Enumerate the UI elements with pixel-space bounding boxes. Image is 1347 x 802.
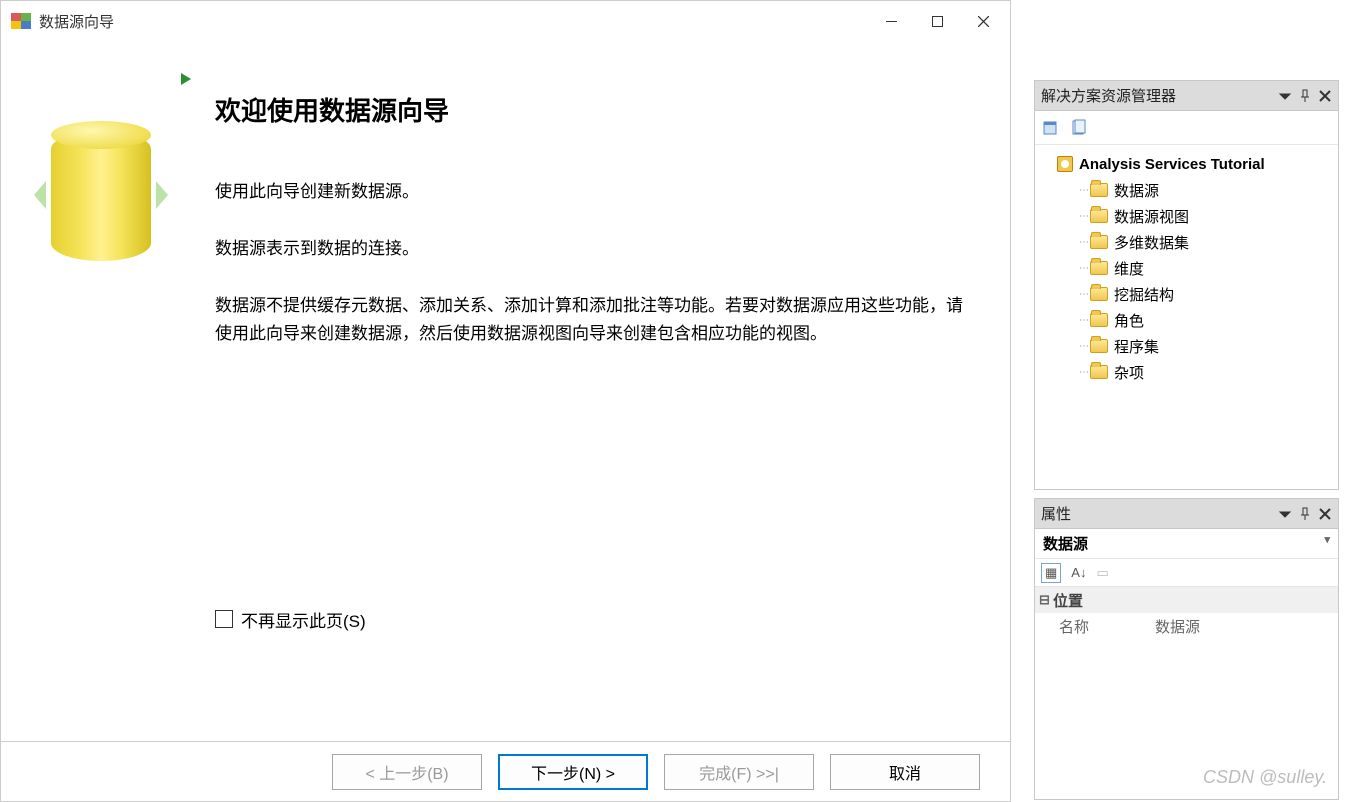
wizard-para-3: 数据源不提供缓存元数据、添加关系、添加计算和添加批注等功能。若要对数据源应用这些…	[215, 292, 970, 346]
tree-folder-node[interactable]: ⋯ 维度	[1039, 255, 1334, 281]
chevron-down-icon: ▾	[1324, 533, 1330, 554]
dont-show-row: 不再显示此页(S)	[215, 607, 970, 632]
property-category-label: 位置	[1053, 590, 1083, 611]
dont-show-checkbox[interactable]	[215, 610, 233, 628]
folder-icon	[1090, 287, 1108, 301]
wizard-para-2: 数据源表示到数据的连接。	[215, 235, 970, 262]
tree-folder-node[interactable]: ⋯ 数据源视图	[1039, 203, 1334, 229]
expander-icon: ⋯	[1079, 315, 1086, 326]
wizard-para-1: 使用此向导创建新数据源。	[215, 178, 970, 205]
solution-explorer-header: 解决方案资源管理器	[1035, 81, 1338, 111]
titlebar: 数据源向导	[1, 1, 1010, 41]
show-all-icon[interactable]	[1069, 118, 1089, 138]
tree-node-label: 维度	[1114, 258, 1144, 279]
solution-explorer-title: 解决方案资源管理器	[1041, 85, 1176, 106]
tree-node-label: 数据源视图	[1114, 206, 1189, 227]
tree-node-label: 角色	[1114, 310, 1144, 331]
folder-icon	[1090, 365, 1108, 379]
folder-icon	[1090, 235, 1108, 249]
dont-show-label: 不再显示此页(S)	[241, 607, 366, 632]
properties-panel: 属性 数据源 ▾ ▦ A↓ ▭ ⊟ 位置 名称数据源	[1034, 498, 1339, 800]
tree-node-label: 程序集	[1114, 336, 1159, 357]
back-button: < 上一步(B)	[332, 754, 482, 790]
wizard-dialog: 数据源向导 欢迎使用数据源向导 使用此向导创建新数据源。 数据源表示到数据的连接…	[0, 0, 1011, 802]
folder-icon	[1090, 209, 1108, 223]
tree-node-label: 数据源	[1114, 180, 1159, 201]
categorized-icon[interactable]: ▦	[1041, 563, 1061, 583]
dialog-title: 数据源向导	[39, 11, 114, 32]
tree-folder-node[interactable]: ⋯ 杂项	[1039, 359, 1334, 385]
solution-toolbar	[1035, 111, 1338, 145]
tree-folder-node[interactable]: ⋯ 程序集	[1039, 333, 1334, 359]
close-button[interactable]	[960, 5, 1006, 37]
tree-folder-node[interactable]: ⋯ 挖掘结构	[1039, 281, 1334, 307]
property-row[interactable]: 名称数据源	[1035, 613, 1338, 639]
dropdown-icon[interactable]	[1278, 507, 1292, 521]
folder-icon	[1090, 261, 1108, 275]
close-icon[interactable]	[1318, 507, 1332, 521]
pin-icon[interactable]	[1298, 89, 1312, 103]
folder-icon	[1090, 313, 1108, 327]
maximize-button[interactable]	[914, 5, 960, 37]
watermark: CSDN @sulley.	[1203, 767, 1327, 788]
expander-icon: ⋯	[1079, 367, 1086, 378]
properties-icon[interactable]	[1041, 118, 1061, 138]
minimize-button[interactable]	[868, 5, 914, 37]
pin-icon[interactable]	[1298, 507, 1312, 521]
app-icon	[11, 13, 31, 29]
finish-button: 完成(F) >>|	[664, 754, 814, 790]
wizard-artwork	[11, 71, 191, 731]
expander-icon: ⋯	[1079, 211, 1086, 222]
tree-folder-node[interactable]: ⋯ 角色	[1039, 307, 1334, 333]
properties-toolbar: ▦ A↓ ▭	[1035, 559, 1338, 587]
tree-node-label: 多维数据集	[1114, 232, 1189, 253]
property-pages-icon[interactable]: ▭	[1096, 565, 1108, 581]
folder-icon	[1090, 339, 1108, 353]
project-node[interactable]: Analysis Services Tutorial	[1039, 151, 1334, 177]
expander-icon: ⋯	[1079, 237, 1086, 248]
tree-node-label: 挖掘结构	[1114, 284, 1174, 305]
project-label: Analysis Services Tutorial	[1079, 156, 1265, 173]
alphabetical-icon[interactable]: A↓	[1071, 565, 1086, 580]
dropdown-icon[interactable]	[1278, 89, 1292, 103]
side-panels: 解决方案资源管理器 Analysis Services Tutorial ⋯ 数据…	[1034, 80, 1339, 800]
expander-icon: ⋯	[1079, 185, 1086, 196]
property-value: 数据源	[1155, 616, 1338, 637]
solution-tree[interactable]: Analysis Services Tutorial ⋯ 数据源 ⋯ 数据源视图 ⋯ 多维…	[1035, 145, 1338, 489]
tree-node-label: 杂项	[1114, 362, 1144, 383]
expander-icon: ⋯	[1079, 289, 1086, 300]
cancel-button[interactable]: 取消	[830, 754, 980, 790]
properties-grid: ⊟ 位置 名称数据源	[1035, 587, 1338, 639]
button-bar: < 上一步(B) 下一步(N) > 完成(F) >>| 取消	[1, 741, 1010, 801]
property-category[interactable]: ⊟ 位置	[1035, 587, 1338, 613]
solution-explorer-panel: 解决方案资源管理器 Analysis Services Tutorial ⋯ 数据…	[1034, 80, 1339, 490]
close-icon[interactable]	[1318, 89, 1332, 103]
properties-header: 属性	[1035, 499, 1338, 529]
wizard-content: 欢迎使用数据源向导 使用此向导创建新数据源。 数据源表示到数据的连接。 数据源不…	[191, 71, 970, 731]
dialog-body: 欢迎使用数据源向导 使用此向导创建新数据源。 数据源表示到数据的连接。 数据源不…	[1, 41, 1010, 741]
tree-folder-node[interactable]: ⋯ 数据源	[1039, 177, 1334, 203]
expander-icon: ⋯	[1079, 263, 1086, 274]
expander-icon: ⋯	[1079, 341, 1086, 352]
next-button[interactable]: 下一步(N) >	[498, 754, 648, 790]
wizard-heading: 欢迎使用数据源向导	[215, 91, 970, 128]
property-key: 名称	[1035, 616, 1155, 637]
tree-folder-node[interactable]: ⋯ 多维数据集	[1039, 229, 1334, 255]
properties-object-selector[interactable]: 数据源 ▾	[1035, 529, 1338, 559]
project-icon	[1057, 156, 1073, 172]
play-icon	[181, 73, 191, 85]
properties-title: 属性	[1041, 503, 1071, 524]
folder-icon	[1090, 183, 1108, 197]
window-controls	[868, 5, 1006, 37]
properties-object-name: 数据源	[1043, 533, 1088, 554]
